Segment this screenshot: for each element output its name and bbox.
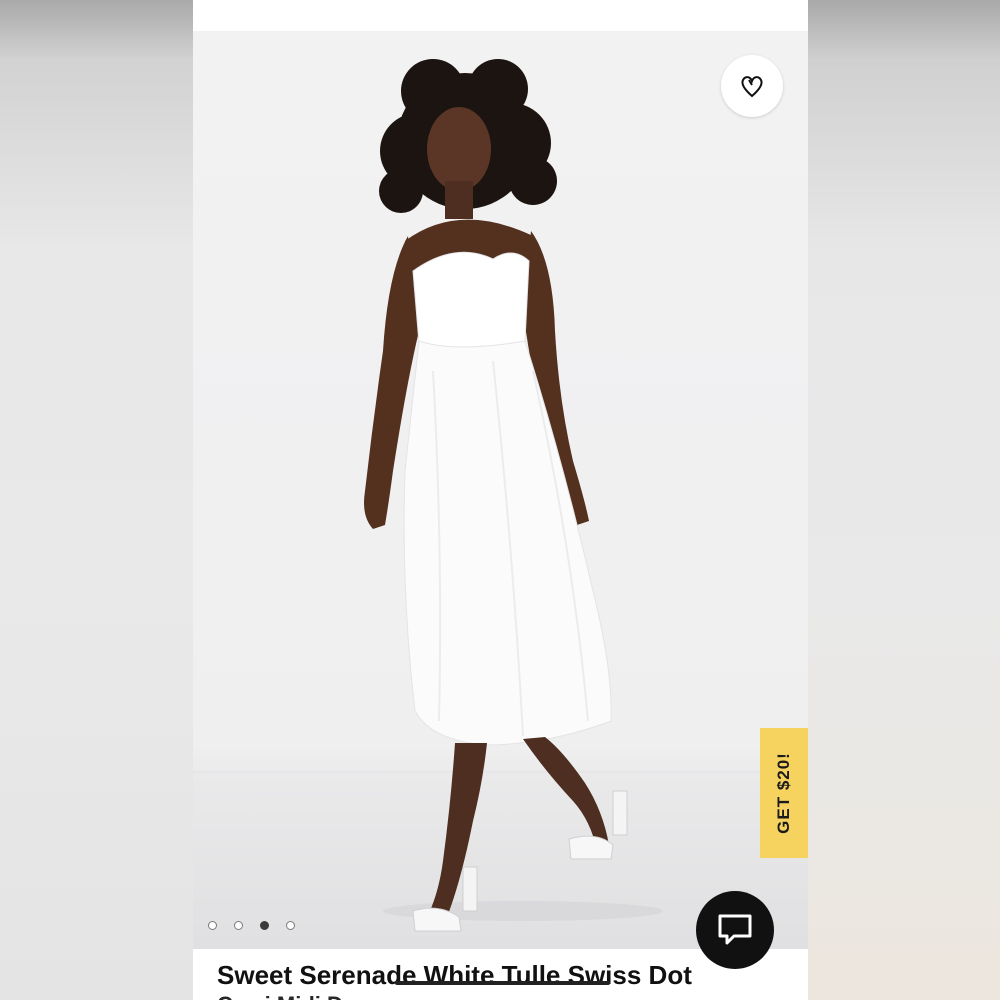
background-left: [0, 0, 193, 1000]
scrollbar-indicator: [395, 981, 610, 985]
promo-label: GET $20!: [774, 752, 794, 834]
carousel-dot[interactable]: [234, 921, 243, 930]
carousel-indicator: [208, 921, 295, 930]
heart-icon: [741, 76, 763, 98]
product-subtitle: Cami Midi Dress: [217, 992, 388, 1000]
carousel-dot[interactable]: [208, 921, 217, 930]
promo-tab[interactable]: GET $20!: [760, 728, 808, 858]
carousel-dot[interactable]: [286, 921, 295, 930]
model-photo: [364, 59, 663, 932]
chat-bubble-icon: [718, 914, 752, 945]
background-right: [808, 0, 1000, 1000]
product-image[interactable]: GET $20!: [193, 31, 808, 949]
product-title: Sweet Serenade White Tulle Swiss Dot: [217, 960, 692, 990]
product-page: GET $20! Sweet Serenade White Tulle Swis…: [193, 0, 808, 1000]
favorite-button[interactable]: [721, 55, 783, 117]
top-bar: [193, 0, 808, 31]
carousel-dot-active[interactable]: [260, 921, 269, 930]
